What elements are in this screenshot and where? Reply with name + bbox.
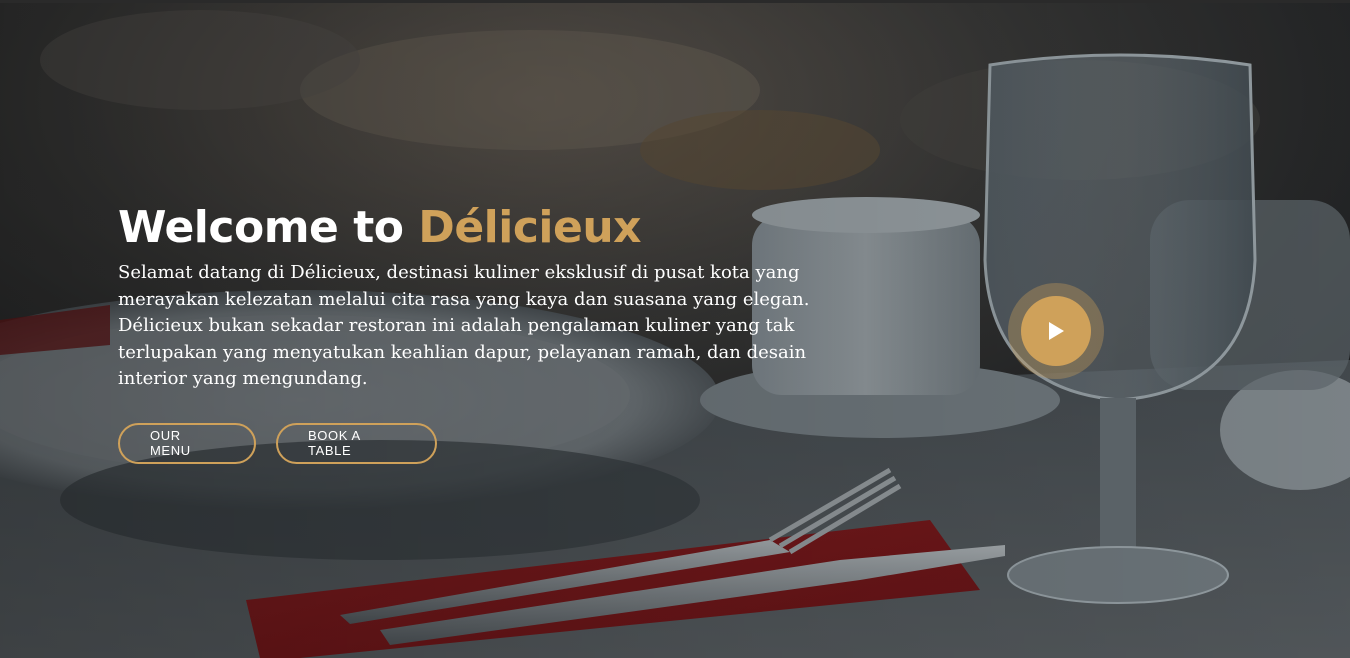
play-button-circle xyxy=(1021,296,1091,366)
hero-section: Welcome to Délicieux Selamat datang di D… xyxy=(0,0,1350,658)
video-play-button[interactable] xyxy=(1008,283,1104,379)
hero-content: Welcome to Délicieux Selamat datang di D… xyxy=(118,200,858,464)
top-border xyxy=(0,0,1350,3)
play-icon xyxy=(1049,322,1064,340)
book-a-table-button[interactable]: BOOK A TABLE xyxy=(276,422,437,464)
hero-description: Selamat datang di Délicieux, destinasi k… xyxy=(118,262,810,389)
hero-title: Welcome to Délicieux xyxy=(118,200,858,256)
hero-title-prefix: Welcome to xyxy=(118,202,419,253)
our-menu-button[interactable]: OUR MENU xyxy=(118,422,256,464)
hero-buttons: OUR MENU BOOK A TABLE xyxy=(118,422,858,464)
hero-title-brand: Délicieux xyxy=(418,202,642,253)
